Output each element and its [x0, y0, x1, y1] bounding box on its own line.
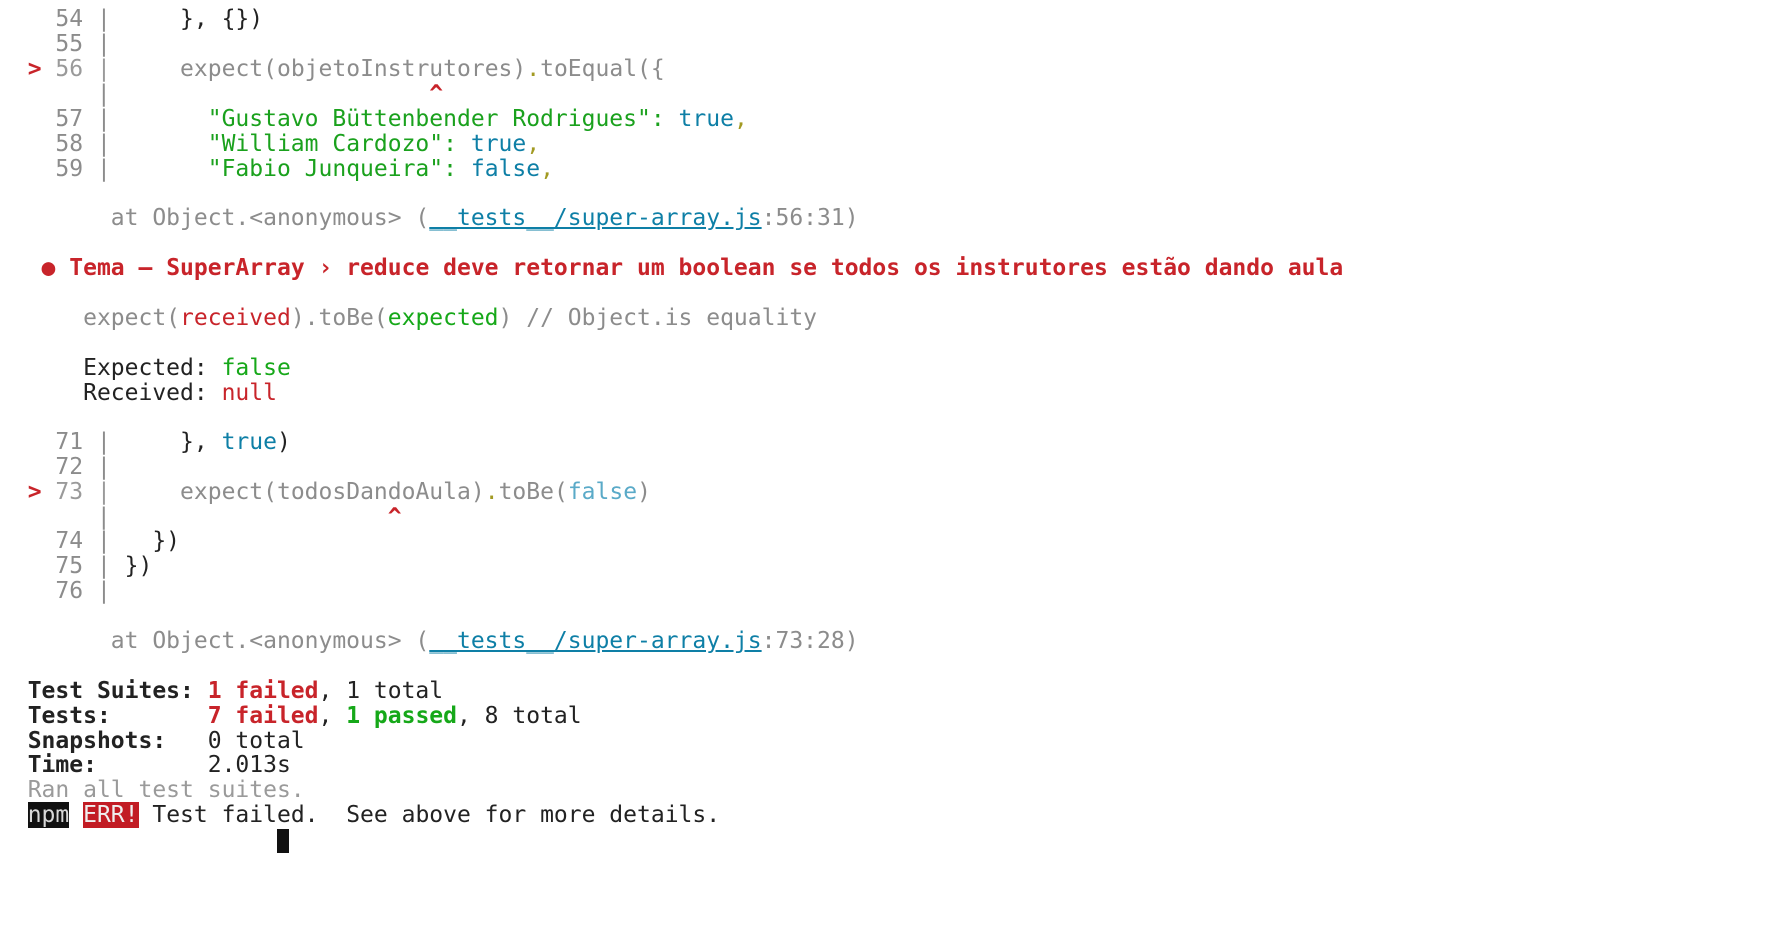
error-caret: ^ — [429, 81, 444, 107]
err-tag: ERR! — [83, 802, 139, 828]
code-line-57: 57 | "Gustavo Büttenbender Rodrigues": t… — [55, 106, 748, 132]
code-line-72: 72 | — [55, 454, 111, 480]
failure-title: ● Tema – SuperArray › reduce deve retorn… — [0, 254, 1344, 282]
received-line: Received: null — [0, 379, 277, 407]
code-line-76: 76 | — [55, 578, 111, 604]
line-number: 58 — [55, 131, 84, 157]
summary-label: Test Suites: — [27, 678, 208, 704]
code-line-71: 71 | }, true) — [55, 429, 291, 455]
line-number: 72 — [55, 454, 84, 480]
npm-tag: npm — [27, 802, 70, 828]
code-text: }, {}) — [124, 6, 264, 32]
summary-tests: Tests: 7 failed, 1 passed, 8 total — [27, 703, 582, 729]
error-marker: > — [27, 56, 42, 82]
npm-error-line: npm ERR! Test failed. See above for more… — [0, 801, 720, 829]
line-number: 56 — [55, 56, 84, 82]
code-line-56-highlighted: > 56 | expect(objetoInstrutores).toEqual… — [27, 56, 665, 82]
object-key: "Gustavo Büttenbender Rodrigues" — [207, 106, 651, 132]
file-path-link[interactable]: __tests__/super-array.js — [429, 628, 761, 654]
received-label: Received: — [83, 380, 222, 406]
object-value: true — [678, 106, 734, 132]
object-key: "Fabio Junqueira" — [207, 156, 444, 182]
code-line-58: 58 | "William Cardozo": true, — [55, 131, 541, 157]
code-line-74: 74 | }) — [55, 528, 181, 554]
code-line-54: 54 | }, {}) — [55, 6, 264, 32]
received-value: null — [221, 380, 277, 406]
npm-error-message: Test failed. See above for more details. — [138, 802, 721, 828]
line-number: 54 — [55, 6, 84, 32]
object-value: true — [470, 131, 527, 157]
summary-time: Time: 2.013s — [27, 752, 291, 778]
prompt-line[interactable] — [0, 826, 289, 854]
code-line-75: 75 | }) — [55, 553, 153, 579]
code-line-73-highlighted: > 73 | expect(todosDandoAula).toBe(false… — [27, 479, 651, 505]
summary-test-suites: Test Suites: 1 failed, 1 total — [27, 678, 444, 704]
tests-passed-count: 1 passed — [346, 703, 457, 729]
expected-value: false — [221, 355, 291, 381]
line-number: 59 — [55, 156, 84, 182]
stack-location-2: at Object.<anonymous> (__tests__/super-a… — [110, 628, 859, 654]
terminal-output: 54 | }, {}) 55 | > 56 | expect(objetoIns… — [0, 0, 1768, 940]
terminal-cursor — [276, 828, 289, 853]
line-number: 76 — [55, 578, 84, 604]
summary-label: Tests: — [27, 703, 208, 729]
tests-failed-count: 7 failed — [207, 703, 319, 729]
line-number: 74 — [55, 528, 84, 554]
error-marker: > — [27, 479, 42, 505]
failure-title-text: Tema – SuperArray › reduce deve retornar… — [69, 255, 1344, 281]
failure-bullet-icon: ● — [41, 255, 56, 281]
expected-label: Expected: — [83, 355, 222, 381]
code-text: expect(objetoInstrutores) — [124, 56, 527, 82]
summary-label: Time: — [27, 752, 208, 778]
expected-line: Expected: false — [0, 354, 291, 382]
line-number: 71 — [55, 429, 84, 455]
summary-ran: Ran all test suites. — [27, 777, 305, 803]
code-text: expect(todosDandoAula) — [124, 479, 485, 505]
file-path-link[interactable]: __tests__/super-array.js — [429, 205, 761, 231]
error-caret: ^ — [387, 504, 402, 530]
code-line-55: 55 | — [55, 31, 111, 57]
line-number: 75 — [55, 553, 84, 579]
code-line-59: 59 | "Fabio Junqueira": false, — [55, 156, 554, 182]
code-method: toEqual({ — [540, 56, 665, 82]
line-number: 73 — [55, 479, 84, 505]
code-dot: . — [526, 56, 541, 82]
code-caret-line: | ^ — [0, 81, 444, 107]
line-number: 55 — [55, 31, 84, 57]
stack-location-1: at Object.<anonymous> (__tests__/super-a… — [110, 205, 859, 231]
matcher-hint: expect(received).toBe(expected) // Objec… — [83, 305, 818, 331]
object-value: false — [470, 156, 541, 182]
line-number: 57 — [55, 106, 84, 132]
object-key: "William Cardozo" — [207, 131, 444, 157]
suites-failed-count: 1 failed — [207, 678, 319, 704]
